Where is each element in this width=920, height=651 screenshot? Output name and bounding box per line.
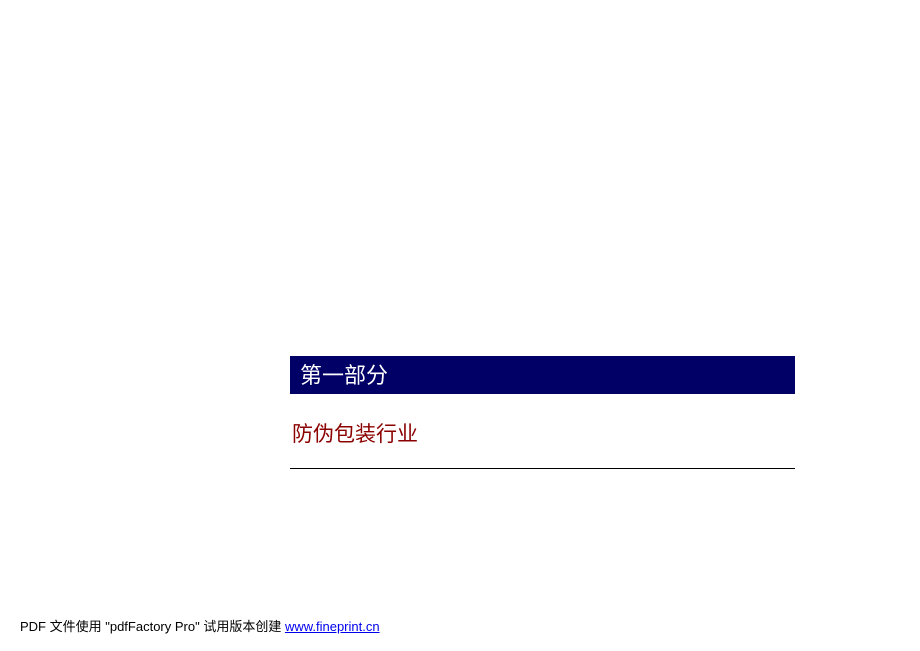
footer-text: PDF 文件使用 "pdfFactory Pro" 试用版本创建 <box>20 619 285 634</box>
section-divider <box>290 468 795 469</box>
footer-link[interactable]: www.fineprint.cn <box>285 619 380 634</box>
footer: PDF 文件使用 "pdfFactory Pro" 试用版本创建 www.fin… <box>20 616 380 635</box>
section-title: 防伪包装行业 <box>292 418 795 448</box>
section-content: 第一部分 防伪包装行业 <box>290 356 795 469</box>
section-header: 第一部分 <box>290 356 795 394</box>
